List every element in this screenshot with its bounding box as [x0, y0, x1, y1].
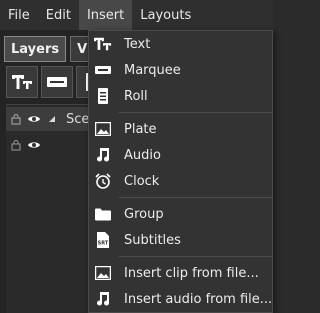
roll-icon	[94, 87, 112, 105]
text-icon	[12, 75, 32, 89]
menu-edit[interactable]: Edit	[38, 0, 79, 30]
menu-layouts[interactable]: Layouts	[132, 0, 199, 30]
menu-separator	[119, 256, 272, 257]
menu-file[interactable]: File	[0, 0, 38, 30]
svg-text:SRT: SRT	[98, 241, 109, 247]
menu-separator	[119, 112, 272, 113]
tab-layers[interactable]: Layers	[4, 36, 67, 62]
menu-item-label: Text	[124, 36, 151, 52]
menu-item-text[interactable]: Text	[89, 31, 272, 57]
music-file-icon	[94, 290, 112, 308]
image-icon	[94, 120, 112, 138]
menu-item-label: Clock	[124, 173, 160, 189]
menu-item-insert-audio[interactable]: Insert audio from file...	[89, 286, 272, 312]
insert-menu: Text Marquee Roll Plate Audio Clock Grou…	[88, 30, 273, 313]
menu-item-insert-clip[interactable]: Insert clip from file...	[89, 260, 272, 286]
menu-item-label: Marquee	[124, 62, 181, 78]
menu-item-label: Insert audio from file...	[124, 291, 273, 307]
menu-item-audio[interactable]: Audio	[89, 142, 272, 168]
lock-icon[interactable]	[8, 111, 24, 127]
menu-item-label: Audio	[124, 147, 161, 163]
menu-item-label: Roll	[124, 88, 148, 104]
marquee-icon	[47, 77, 67, 87]
menu-item-clock[interactable]: Clock	[89, 168, 272, 194]
menu-separator	[119, 197, 272, 198]
alarm-clock-icon	[94, 172, 112, 190]
text-icon	[94, 35, 112, 53]
layer-name: Sce	[66, 111, 90, 127]
panel-tabs: Layers V	[4, 36, 98, 62]
expand-triangle-icon[interactable]	[48, 112, 56, 127]
menu-insert[interactable]: Insert	[78, 0, 133, 30]
menu-item-plate[interactable]: Plate	[89, 116, 272, 142]
menu-item-marquee[interactable]: Marquee	[89, 57, 272, 83]
menu-item-label: Plate	[124, 121, 157, 137]
menu-item-label: Subtitles	[124, 232, 181, 248]
menu-item-roll[interactable]: Roll	[89, 83, 272, 109]
folder-icon	[94, 205, 112, 223]
image-file-icon	[94, 264, 112, 282]
menu-item-label: Group	[124, 206, 164, 222]
eye-icon[interactable]	[26, 111, 42, 127]
menu-item-label: Insert clip from file...	[124, 265, 259, 281]
marquee-icon	[94, 61, 112, 79]
add-text-button[interactable]	[6, 66, 38, 98]
eye-icon[interactable]	[26, 137, 42, 153]
subtitles-icon: SRT	[94, 231, 112, 249]
lock-icon[interactable]	[8, 137, 24, 153]
menu-item-group[interactable]: Group	[89, 201, 272, 227]
music-note-icon	[94, 146, 112, 164]
add-marquee-button[interactable]	[41, 66, 73, 98]
menu-item-subtitles[interactable]: SRT Subtitles	[89, 227, 272, 253]
menu-bar: File Edit Insert Layouts	[0, 0, 273, 30]
